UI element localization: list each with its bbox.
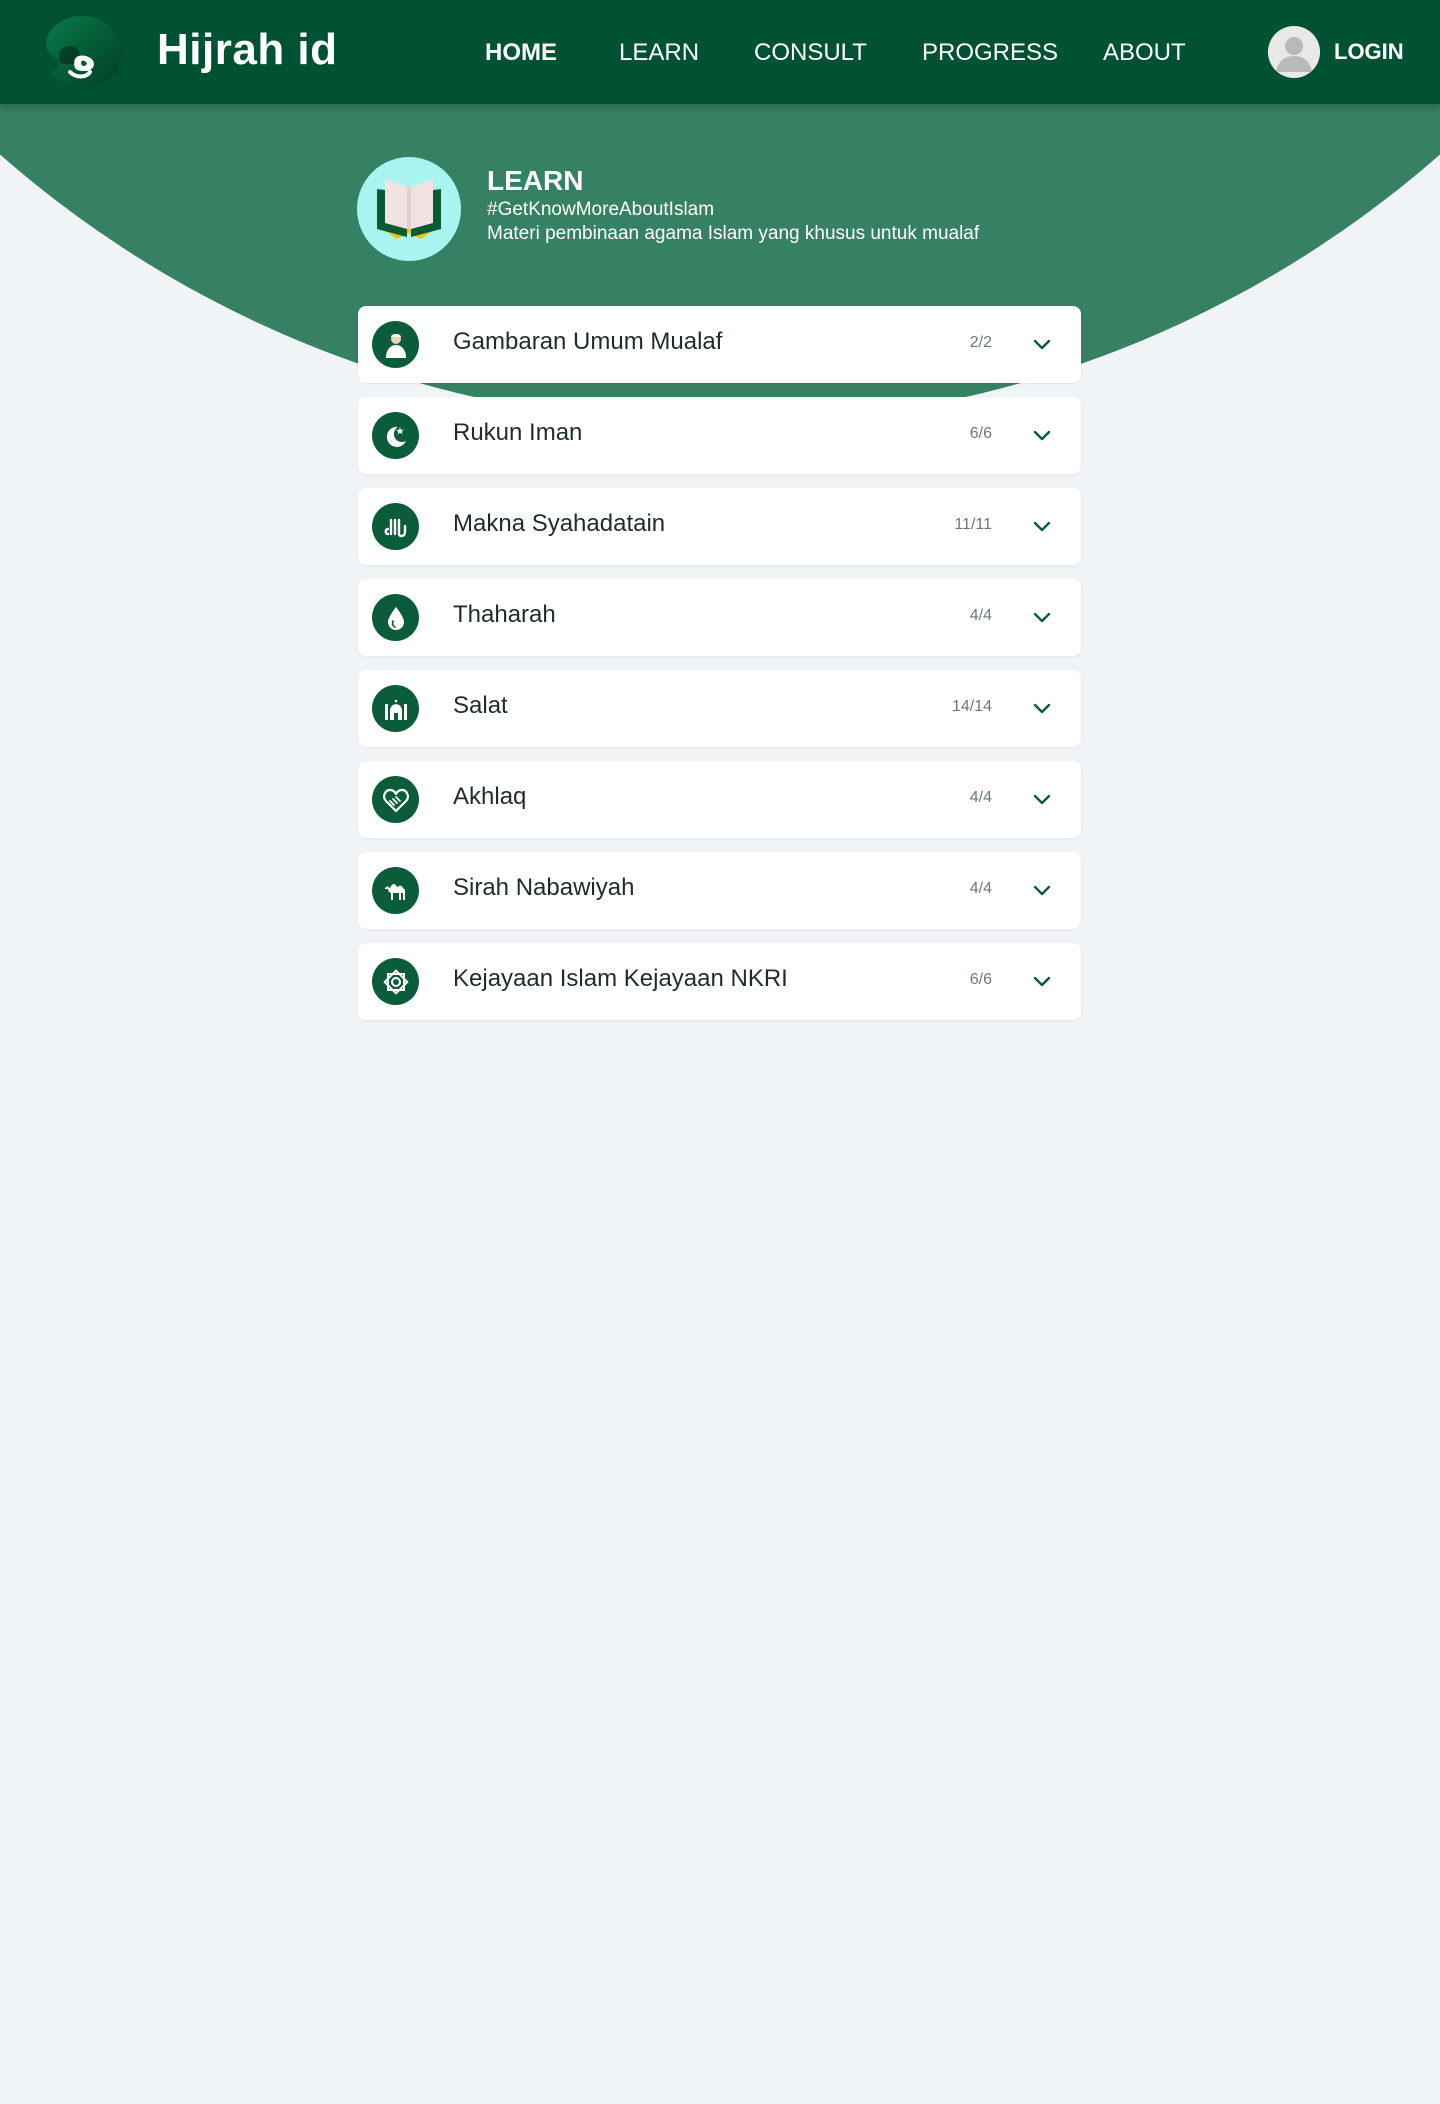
water-drop-icon — [372, 594, 419, 641]
chevron-down-icon[interactable] — [1031, 788, 1053, 810]
topic-label: Akhlaq — [453, 783, 527, 810]
topic-item[interactable]: Gambaran Umum Mualaf 2/2 — [358, 306, 1081, 383]
topic-count: 6/6 — [969, 425, 992, 442]
top-navbar: ه Hijrah id HOME LEARN CONSULT PROGRESS … — [0, 0, 1440, 104]
person-icon — [372, 321, 419, 368]
topic-list: Gambaran Umum Mualaf 2/2 Rukun Iman 6/6 … — [358, 306, 1081, 1034]
topic-item[interactable]: Akhlaq 4/4 — [358, 761, 1081, 838]
mosque-icon — [372, 685, 419, 732]
topic-item[interactable]: Rukun Iman 6/6 — [358, 397, 1081, 474]
open-book-icon — [357, 157, 461, 261]
login-button[interactable]: LOGIN — [1268, 26, 1404, 78]
chevron-down-icon[interactable] — [1031, 606, 1053, 628]
chevron-down-icon[interactable] — [1031, 333, 1053, 355]
brand-name[interactable]: Hijrah id — [157, 24, 338, 76]
learn-description: Materi pembinaan agama Islam yang khusus… — [487, 223, 980, 244]
logo-icon[interactable]: ه — [42, 12, 126, 92]
camel-icon — [372, 867, 419, 914]
topic-count: 4/4 — [969, 789, 992, 806]
chevron-down-icon[interactable] — [1031, 424, 1053, 446]
nav-progress[interactable]: PROGRESS — [922, 36, 1058, 70]
topic-label: Thaharah — [453, 601, 556, 628]
topic-count: 11/11 — [954, 516, 992, 533]
topic-count: 2/2 — [969, 334, 992, 351]
login-label: LOGIN — [1334, 39, 1404, 64]
user-avatar-icon — [1268, 26, 1320, 78]
topic-item[interactable]: Kejayaan Islam Kejayaan NKRI 6/6 — [358, 943, 1081, 1020]
chevron-down-icon[interactable] — [1031, 515, 1053, 537]
chevron-down-icon[interactable] — [1031, 697, 1053, 719]
topic-item[interactable]: Sirah Nabawiyah 4/4 — [358, 852, 1081, 929]
allah-calligraphy-icon — [372, 503, 419, 550]
islamic-star-icon — [372, 958, 419, 1005]
topic-label: Rukun Iman — [453, 419, 583, 446]
topic-count: 4/4 — [969, 880, 992, 897]
topic-label: Salat — [453, 692, 508, 719]
topic-count: 4/4 — [969, 607, 992, 624]
nav-home[interactable]: HOME — [485, 36, 557, 70]
nav-learn[interactable]: LEARN — [619, 36, 699, 70]
chevron-down-icon[interactable] — [1031, 879, 1053, 901]
topic-label: Makna Syahadatain — [453, 510, 666, 537]
topic-item[interactable]: Makna Syahadatain 11/11 — [358, 488, 1081, 565]
topic-count: 6/6 — [969, 971, 992, 988]
topic-label: Sirah Nabawiyah — [453, 874, 635, 901]
nav-about[interactable]: ABOUT — [1103, 36, 1186, 70]
page: ه Hijrah id HOME LEARN CONSULT PROGRESS … — [0, 0, 1440, 2104]
chevron-down-icon[interactable] — [1031, 970, 1053, 992]
learn-title: LEARN — [487, 165, 584, 196]
topic-count: 14/14 — [951, 698, 992, 715]
nav-consult[interactable]: CONSULT — [754, 36, 867, 70]
heart-handshake-icon — [372, 776, 419, 823]
topic-item[interactable]: Thaharah 4/4 — [358, 579, 1081, 656]
topic-label: Kejayaan Islam Kejayaan NKRI — [453, 965, 788, 992]
topic-label: Gambaran Umum Mualaf — [453, 328, 723, 355]
learn-hashtag: #GetKnowMoreAboutIslam — [487, 199, 715, 220]
topic-item[interactable]: Salat 14/14 — [358, 670, 1081, 747]
svg-text:ه: ه — [72, 34, 96, 80]
crescent-star-icon — [372, 412, 419, 459]
